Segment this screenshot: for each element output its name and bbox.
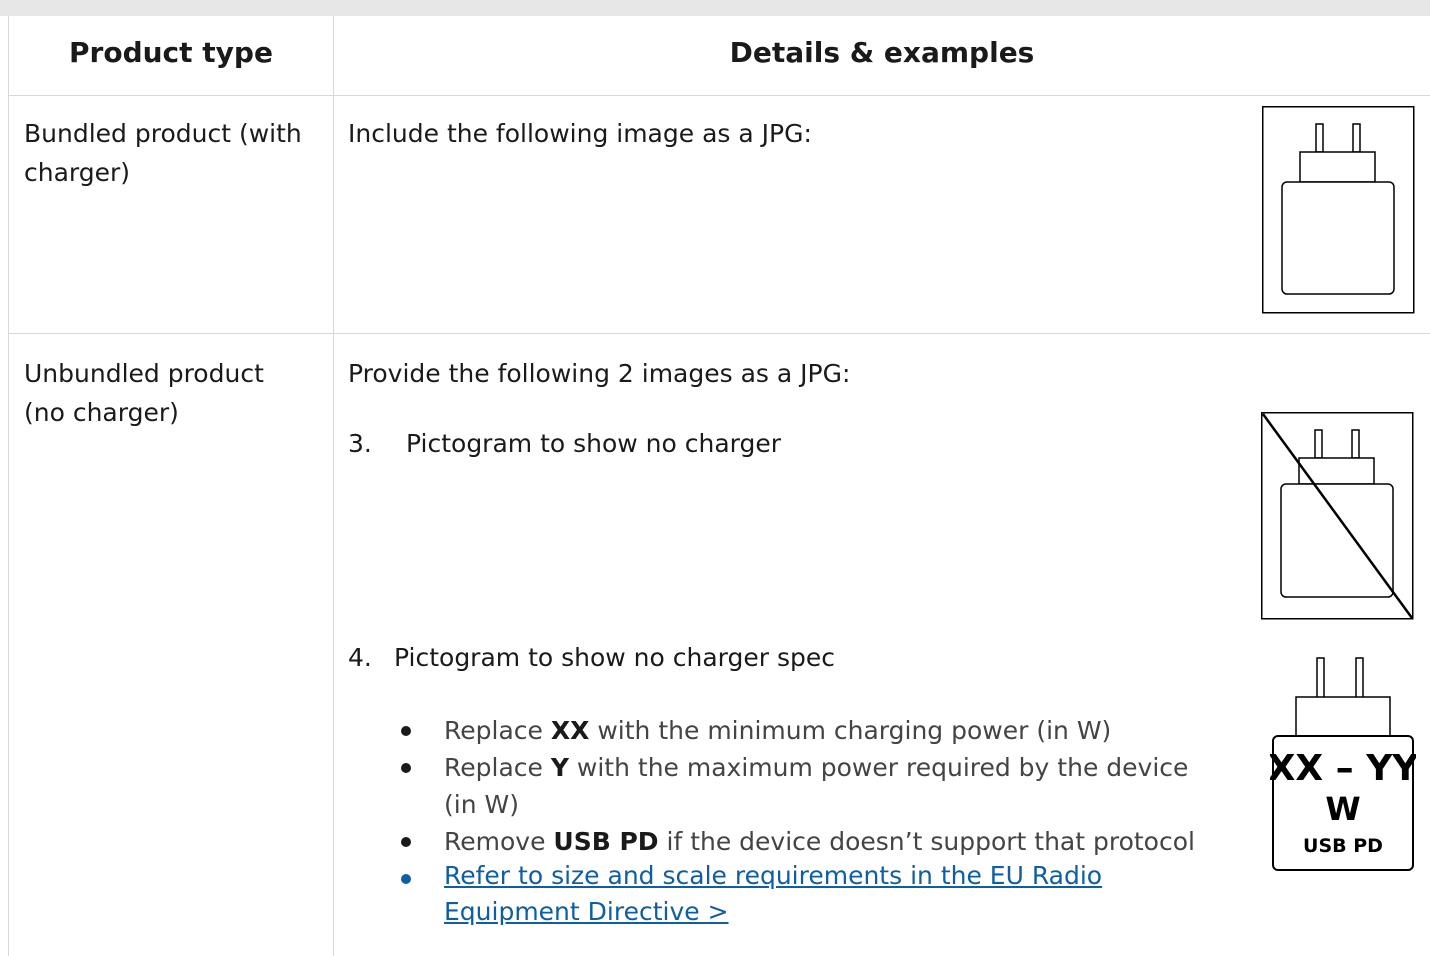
badge-usbpd-text: USB PD bbox=[1303, 835, 1383, 857]
bullet-dot bbox=[401, 726, 411, 736]
bullet-2: Replace Y with the maximum power require… bbox=[444, 753, 1189, 782]
item-3-number: 3. bbox=[348, 429, 372, 458]
no-charger-icon bbox=[1261, 412, 1414, 620]
table-left-border bbox=[8, 16, 9, 956]
bullet-dot bbox=[401, 874, 411, 884]
bundled-product-label-line2: charger) bbox=[24, 158, 131, 187]
header-divider bbox=[8, 95, 1430, 96]
bullet-1: Replace XX with the minimum charging pow… bbox=[444, 716, 1112, 745]
unbundled-product-label-line1: Unbundled product bbox=[24, 359, 264, 388]
bundled-instruction: Include the following image as a JPG: bbox=[348, 119, 812, 148]
bullet-2-line2: (in W) bbox=[444, 790, 519, 819]
top-bar bbox=[0, 0, 1430, 16]
bundled-product-label-line1: Bundled product (with bbox=[24, 119, 302, 148]
badge-range-text: XX – YY bbox=[1270, 748, 1416, 789]
header-details: Details & examples bbox=[729, 36, 1035, 69]
item-4-number: 4. bbox=[348, 643, 372, 672]
bullet-3: Remove USB PD if the device doesn’t supp… bbox=[444, 827, 1195, 856]
header-product-type: Product type bbox=[69, 36, 273, 69]
item-3-text: Pictogram to show no charger bbox=[406, 429, 782, 458]
column-divider bbox=[333, 16, 334, 956]
charger-spec-icon: XX – YY W USB PD bbox=[1270, 657, 1416, 871]
unbundled-product-label-line2: (no charger) bbox=[24, 398, 179, 427]
badge-unit-text: W bbox=[1325, 790, 1360, 828]
eu-directive-link-line2[interactable]: Equipment Directive > bbox=[444, 894, 729, 930]
eu-directive-link[interactable]: Refer to size and scale requirements in … bbox=[444, 858, 1102, 894]
row-divider bbox=[8, 333, 1430, 334]
bullet-dot bbox=[401, 763, 411, 773]
unbundled-instruction: Provide the following 2 images as a JPG: bbox=[348, 359, 851, 388]
charger-icon bbox=[1262, 106, 1415, 314]
item-4-text: Pictogram to show no charger spec bbox=[394, 643, 836, 672]
bullet-dot bbox=[401, 837, 411, 847]
